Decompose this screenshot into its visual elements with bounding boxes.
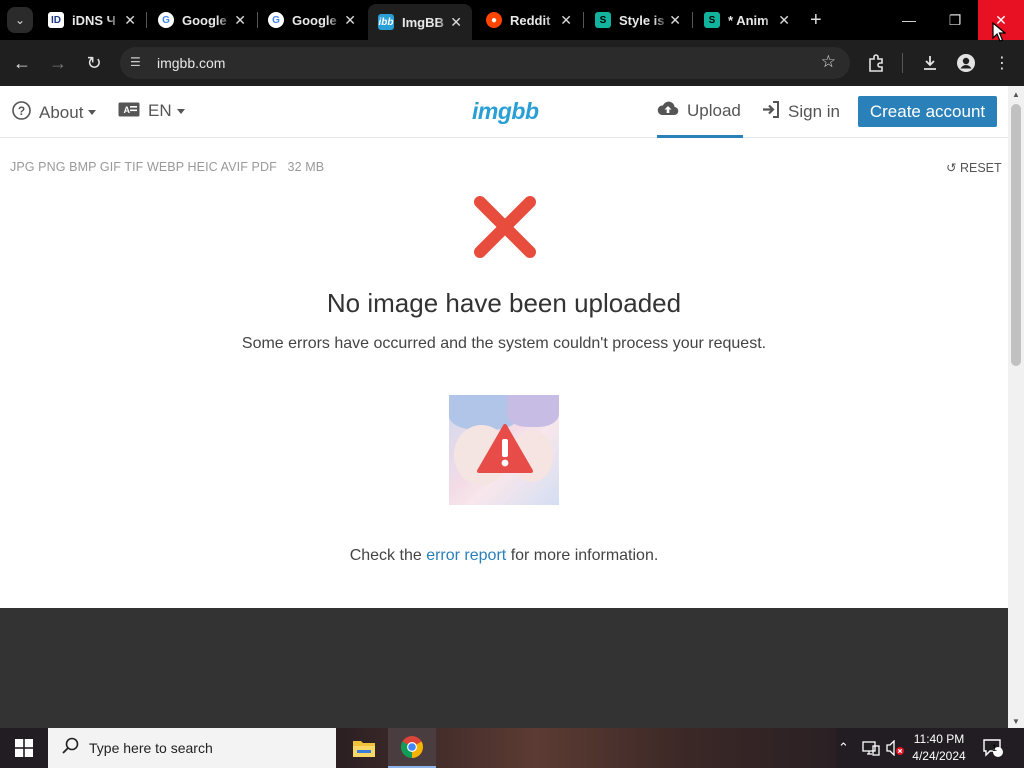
- restore-button[interactable]: ❐: [932, 0, 978, 40]
- browser-tab[interactable]: G Google ✕: [148, 4, 256, 36]
- show-hidden-icons[interactable]: ⌃: [838, 728, 849, 768]
- close-tab-icon[interactable]: ✕: [560, 12, 572, 29]
- mouse-cursor-icon: [992, 22, 1006, 42]
- web-page: ? About A EN imgbb Upload Sign in Create…: [0, 86, 1008, 728]
- forward-button[interactable]: →: [46, 51, 70, 75]
- imgbb-logo[interactable]: imgbb: [472, 98, 539, 125]
- site-info-icon[interactable]: ☰: [130, 55, 146, 71]
- profile-icon[interactable]: [954, 51, 978, 75]
- close-tab-icon[interactable]: ✕: [669, 12, 681, 29]
- volume-muted-icon[interactable]: [886, 728, 906, 768]
- caret-down-icon: [88, 110, 97, 115]
- new-tab-button[interactable]: +: [810, 9, 822, 32]
- language-icon: A: [118, 102, 140, 121]
- tab-divider: [146, 12, 147, 28]
- about-menu[interactable]: ? About: [12, 101, 97, 124]
- cloud-upload-icon: [657, 100, 679, 121]
- url-text: imgbb.com: [157, 55, 226, 71]
- tab-divider: [583, 12, 584, 28]
- chrome-icon: [401, 736, 423, 758]
- arrow-right-icon: →: [49, 52, 67, 73]
- arrow-left-icon: ←: [13, 52, 31, 73]
- clock-date: 4/24/2024: [912, 749, 966, 763]
- caret-down-icon: [176, 108, 185, 114]
- imgbb-favicon-icon: ibb: [378, 14, 394, 30]
- download-icon[interactable]: [918, 51, 942, 75]
- sign-in-icon: [762, 101, 780, 122]
- svg-text:?: ?: [18, 104, 25, 118]
- file-explorer-app[interactable]: [340, 728, 388, 768]
- network-icon[interactable]: [862, 728, 880, 768]
- style-favicon-icon: S: [595, 12, 611, 28]
- upload-nav-button[interactable]: Upload: [657, 86, 743, 138]
- site-header: ? About A EN imgbb Upload Sign in Create…: [0, 86, 1008, 138]
- help-circle-icon: ?: [12, 101, 31, 124]
- max-file-size: 32 MB: [287, 160, 325, 174]
- toolbar-divider: [902, 53, 903, 73]
- folder-icon: [353, 741, 375, 757]
- tab-search-button[interactable]: ⌄: [7, 7, 33, 33]
- idns-favicon-icon: ID: [48, 12, 64, 28]
- error-description: Some errors have occurred and the system…: [241, 335, 767, 352]
- back-button[interactable]: ←: [10, 51, 34, 75]
- tab-divider: [692, 12, 693, 28]
- page-scrollbar[interactable]: ▲ ▼: [1008, 86, 1024, 728]
- error-report-note: Check the error report for more informat…: [349, 547, 659, 564]
- scroll-thumb[interactable]: [1011, 104, 1021, 366]
- close-tab-icon[interactable]: ✕: [778, 12, 790, 29]
- restore-icon: ❐: [948, 11, 962, 28]
- notification-center-button[interactable]: 1: [982, 728, 1004, 768]
- style-favicon-icon: S: [704, 12, 720, 28]
- google-favicon-icon: G: [268, 12, 284, 28]
- search-icon: [62, 737, 79, 759]
- browser-tab[interactable]: ● Reddit ✕: [476, 4, 582, 36]
- sign-in-button[interactable]: Sign in: [762, 101, 840, 122]
- reset-button[interactable]: ↺ RESET: [946, 160, 1002, 175]
- chevron-down-icon: ⌄: [14, 13, 26, 27]
- windows-logo-icon: [15, 739, 33, 757]
- close-tab-icon[interactable]: ✕: [234, 12, 246, 29]
- close-tab-icon[interactable]: ✕: [124, 12, 136, 29]
- browser-tab[interactable]: S Style is ✕: [585, 4, 691, 36]
- browser-tab-active[interactable]: ibb ImgBB ✕: [368, 4, 472, 40]
- reddit-favicon-icon: ●: [486, 12, 502, 28]
- reload-icon: ↻: [86, 52, 102, 73]
- close-tab-icon[interactable]: ✕: [450, 14, 462, 31]
- system-clock[interactable]: 11:40 PM 4/24/2024: [908, 731, 970, 765]
- error-x-icon: [474, 196, 536, 258]
- create-account-button[interactable]: Create account: [858, 96, 997, 127]
- error-report-link[interactable]: error report: [426, 547, 506, 564]
- minimize-button[interactable]: —: [886, 0, 932, 40]
- bookmark-star-icon[interactable]: ☆: [821, 52, 836, 72]
- supported-formats: JPG PNG BMP GIF TIF WEBP HEIC AVIF PDF 3…: [10, 160, 325, 174]
- browser-tab[interactable]: G Google ✕: [258, 4, 366, 36]
- notification-count: 1: [992, 743, 998, 753]
- minimize-icon: —: [902, 12, 916, 28]
- chevron-up-icon: ⌃: [838, 740, 849, 755]
- menu-kebab-icon[interactable]: ⋮: [990, 51, 1014, 75]
- warning-triangle-icon: [477, 424, 533, 473]
- clock-time: 11:40 PM: [913, 732, 965, 746]
- plus-icon: +: [810, 9, 822, 31]
- footer-area: [0, 608, 1008, 728]
- reload-button[interactable]: ↻: [82, 51, 106, 75]
- chrome-app[interactable]: [388, 728, 436, 768]
- close-tab-icon[interactable]: ✕: [344, 12, 356, 29]
- start-button[interactable]: [0, 728, 48, 768]
- extensions-icon[interactable]: [864, 51, 888, 75]
- windows-taskbar: Type here to search ⌃ 11:40 PM 4/24/2024…: [0, 728, 1024, 768]
- browser-tab[interactable]: ID iDNS Ч ✕: [38, 4, 146, 36]
- google-favicon-icon: G: [158, 12, 174, 28]
- scroll-up-icon[interactable]: ▲: [1012, 90, 1020, 99]
- browser-toolbar: ← → ↻ ☰ imgbb.com ☆ ⋮: [0, 40, 1024, 86]
- undo-icon: ↺: [946, 161, 957, 175]
- taskbar-search-input[interactable]: Type here to search: [48, 728, 336, 768]
- browser-tab[interactable]: S * Anim ✕: [694, 4, 800, 36]
- address-bar[interactable]: ☰ imgbb.com ☆: [120, 47, 850, 79]
- error-headline: No image have been uploaded: [326, 288, 682, 318]
- error-illustration: [449, 395, 559, 505]
- svg-text:A: A: [124, 105, 131, 115]
- scroll-down-icon[interactable]: ▼: [1012, 717, 1020, 726]
- language-menu[interactable]: A EN: [118, 101, 185, 121]
